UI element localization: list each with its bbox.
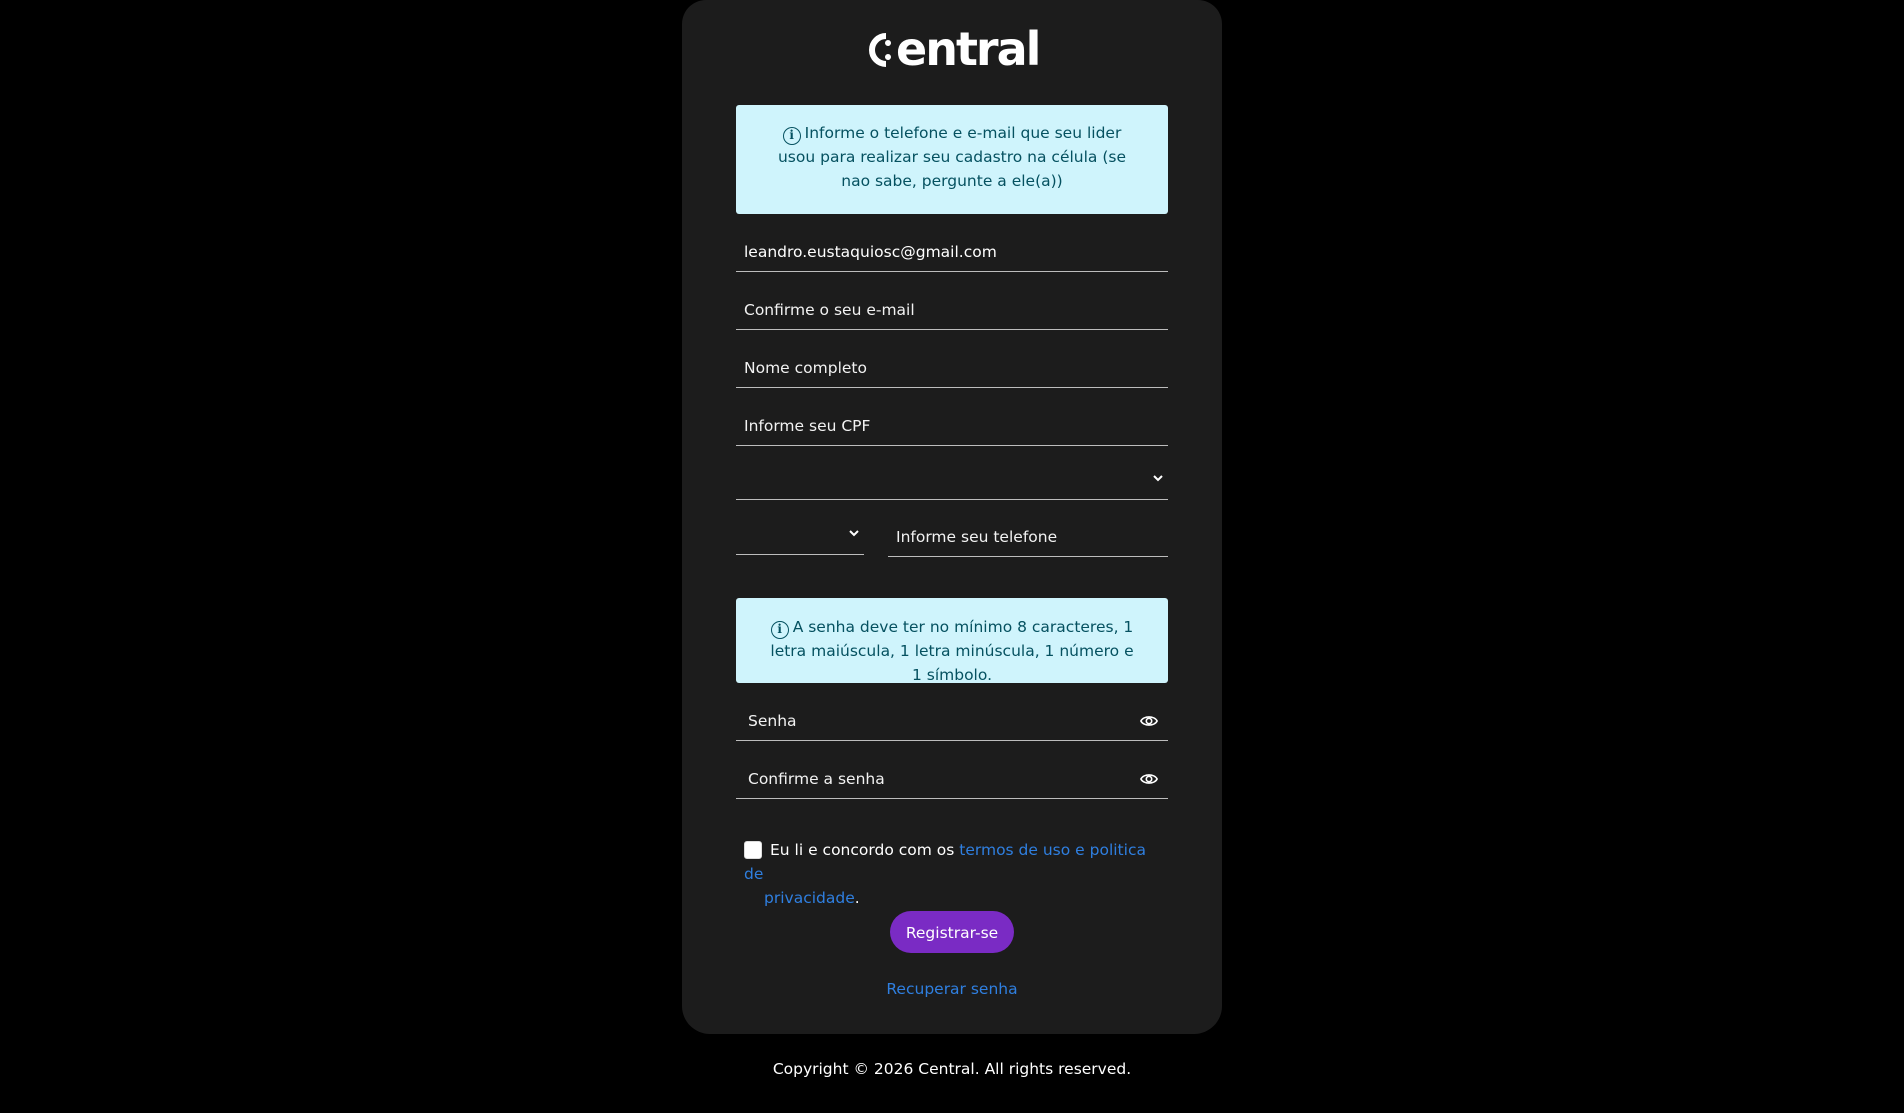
contact-info-text: Informe o telefone e e-mail que seu lide… [777,124,1127,190]
full-name-input[interactable] [736,348,1168,387]
info-circle-icon: i [782,127,801,145]
terms-checkbox[interactable] [744,841,762,859]
email-confirm-input[interactable] [736,290,1168,329]
phone-field[interactable] [888,517,1168,557]
register-button[interactable]: Registrar-se [890,911,1014,953]
password-rules-alert: iA senha deve ter no mínimo 8 caracteres… [736,598,1168,684]
terms-suffix: . [854,889,860,907]
info-circle-icon: i [770,621,789,639]
country-code-select[interactable] [736,515,864,555]
privacy-link[interactable]: privacidade [764,889,855,907]
copyright-footer: Copyright © 2026 Central. All rights res… [772,1060,1132,1078]
recover-password-link[interactable]: Recuperar senha [682,978,1222,1000]
chevron-down-icon [1153,475,1163,482]
chevron-down-icon [849,530,859,537]
terms-agreement: Eu li e concordo com os termos de uso e … [744,838,1164,910]
password-confirm-input[interactable] [736,759,1168,798]
password-rules-text: A senha deve ter no mínimo 8 caracteres,… [770,618,1134,684]
password-input[interactable] [736,701,1168,740]
email-field[interactable] [736,232,1168,272]
contact-info-alert: i Informe o telefone e e-mail que seu lid… [736,105,1168,214]
svg-text:entral: entral [896,22,1038,74]
full-name-field[interactable] [736,348,1168,388]
password-confirm-field[interactable] [736,759,1168,799]
cpf-field[interactable] [736,406,1168,446]
central-logo: entral [682,22,1222,82]
eye-icon[interactable] [1140,713,1158,729]
phone-input[interactable] [888,517,1168,556]
register-card: entral i Informe o telefone e e-mail que … [682,0,1222,1034]
terms-prefix: Eu li e concordo com os [770,841,960,859]
password-field[interactable] [736,701,1168,741]
select-dropdown[interactable] [736,460,1168,500]
email-input[interactable] [736,232,1168,271]
eye-icon[interactable] [1140,771,1158,787]
cpf-input[interactable] [736,406,1168,445]
email-confirm-field[interactable] [736,290,1168,330]
central-logo-mark: entral [869,22,1041,76]
